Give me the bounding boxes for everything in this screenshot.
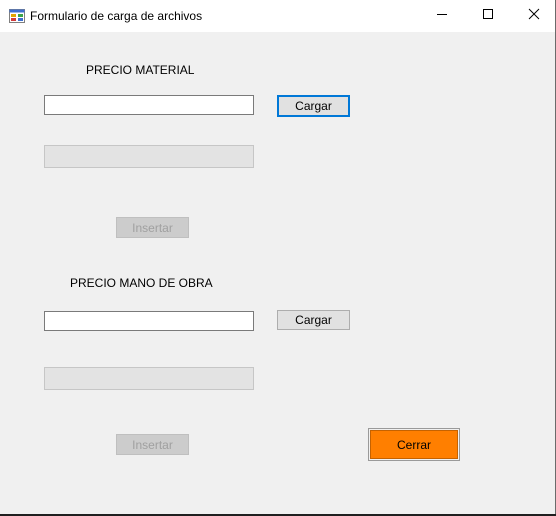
material-price-output bbox=[44, 145, 254, 168]
close-window-button[interactable] bbox=[511, 0, 556, 32]
material-load-button[interactable]: Cargar bbox=[277, 95, 350, 117]
labor-price-input[interactable] bbox=[44, 311, 254, 331]
minimize-icon bbox=[436, 7, 448, 25]
labor-load-button[interactable]: Cargar bbox=[277, 310, 350, 330]
labor-insert-button[interactable]: Insertar bbox=[116, 434, 189, 455]
window-title: Formulario de carga de archivos bbox=[30, 9, 203, 23]
close-form-button[interactable]: Cerrar bbox=[368, 428, 460, 461]
material-price-label: PRECIO MATERIAL bbox=[86, 63, 195, 77]
close-icon bbox=[528, 7, 540, 25]
app-window: Formulario de carga de archivos PRECIO M… bbox=[0, 0, 556, 514]
material-price-input[interactable] bbox=[44, 95, 254, 115]
labor-price-label: PRECIO MANO DE OBRA bbox=[70, 276, 213, 290]
maximize-button[interactable] bbox=[465, 0, 511, 32]
title-bar[interactable]: Formulario de carga de archivos bbox=[0, 0, 555, 32]
labor-price-output bbox=[44, 367, 254, 390]
form-app-icon bbox=[9, 9, 25, 23]
minimize-button[interactable] bbox=[419, 0, 465, 32]
material-insert-button[interactable]: Insertar bbox=[116, 217, 189, 238]
maximize-icon bbox=[482, 7, 494, 25]
